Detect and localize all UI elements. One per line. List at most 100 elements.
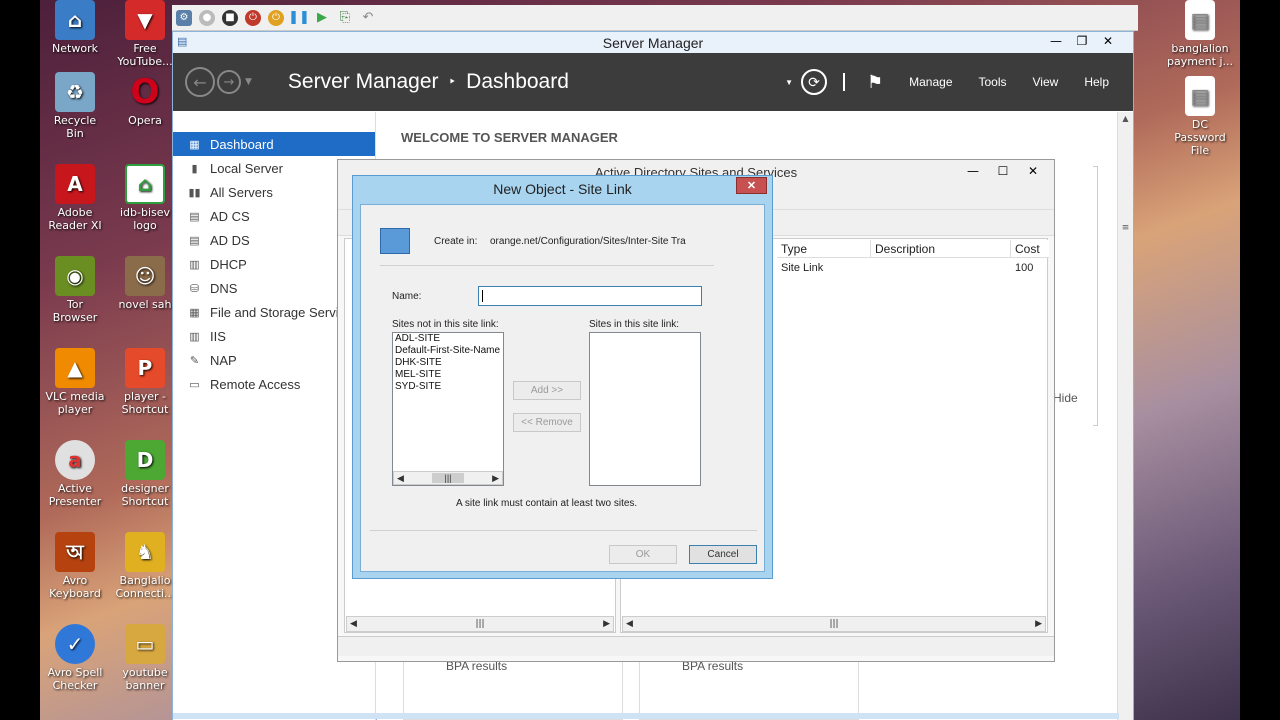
desktop-icon-tor-browser[interactable]: ◉ Tor Browser <box>44 256 106 324</box>
idb-logo-icon: ⌂ <box>125 164 165 204</box>
desktop-icon-designer[interactable]: D designer Shortcut <box>114 440 176 508</box>
table-row[interactable]: Site Link 100 <box>777 260 1049 276</box>
scroll-right-icon[interactable]: ▶ <box>492 473 499 484</box>
desktop-icon-free-youtube[interactable]: ▼ Free YouTube... <box>114 0 176 68</box>
revert-icon[interactable]: ↶ <box>360 10 376 26</box>
ok-button[interactable]: OK <box>609 545 677 564</box>
desktop-icon-label: youtube banner <box>122 666 168 692</box>
youtube-icon: ▼ <box>125 0 165 40</box>
desktop-icon-recycle-bin[interactable]: ♻ Recycle Bin <box>44 72 106 140</box>
scroll-right-icon[interactable]: ▶ <box>603 619 610 629</box>
list-item[interactable]: MEL-SITE <box>393 369 503 381</box>
menu-manage[interactable]: Manage <box>909 75 952 89</box>
sites-in-listbox[interactable] <box>589 332 701 486</box>
refresh-icon[interactable]: ⟳ <box>800 69 827 95</box>
desktop-icon-youtube-banner[interactable]: ▭ youtube banner <box>114 624 176 692</box>
opera-icon: O <box>130 71 160 112</box>
start-icon[interactable]: ● <box>199 9 215 26</box>
chevron-down-icon[interactable]: ▼ <box>785 78 793 87</box>
scroll-thumb[interactable]: ||| <box>475 619 484 629</box>
menu-bar: ▼ ⟳ ⚑ Manage Tools View Help <box>785 53 1109 111</box>
scroll-left-icon[interactable]: ◀ <box>397 473 404 484</box>
resume-icon[interactable]: ▶ <box>314 10 330 26</box>
remove-button[interactable]: << Remove <box>513 413 581 432</box>
minimize-button[interactable]: — <box>1043 32 1069 50</box>
desktop-icon-label: Opera <box>128 114 162 127</box>
column-header-type[interactable]: Type <box>777 240 871 257</box>
column-header-description[interactable]: Description <box>871 240 1011 257</box>
desktop-icon-avro-keyboard[interactable]: অ Avro Keyboard <box>44 532 106 600</box>
desktop-icon-label: Tor Browser <box>52 298 98 324</box>
sidebar-item-label: Dashboard <box>210 136 274 152</box>
name-label: Name: <box>392 291 422 302</box>
restore-button[interactable]: ❐ <box>1069 32 1095 50</box>
notifications-flag-icon[interactable]: ⚑ <box>867 72 883 93</box>
name-input[interactable] <box>478 286 702 306</box>
desktop-icon-label: banglalion payment j... <box>1166 42 1234 68</box>
welcome-heading: WELCOME TO SERVER MANAGER <box>401 130 618 145</box>
desktop-icon-banglalion[interactable]: ♞ Banglalio Connecti... <box>114 532 176 600</box>
list-item[interactable]: ADL-SITE <box>393 333 503 345</box>
desktop-icon-dc-password[interactable]: ▤ DC Password File <box>1166 76 1234 157</box>
hide-link[interactable]: Hide <box>1053 391 1078 405</box>
list-item[interactable]: Default-First-Site-Name <box>393 345 503 357</box>
scroll-left-icon[interactable]: ◀ <box>626 619 633 629</box>
desktop-icon-opera[interactable]: O Opera <box>114 71 176 128</box>
desktop-icon-idb-logo[interactable]: ⌂ idb-bisev logo <box>114 164 176 232</box>
scroll-thumb[interactable]: ≡ <box>1118 223 1133 233</box>
pause-icon[interactable]: ❚❚ <box>288 10 310 26</box>
dialog-close-button[interactable]: ✕ <box>736 177 767 194</box>
create-in-path: orange.net/Configuration/Sites/Inter-Sit… <box>490 236 686 247</box>
back-button[interactable]: ← <box>185 67 215 97</box>
scroll-right-icon[interactable]: ▶ <box>1035 619 1042 629</box>
scroll-thumb[interactable]: ||| <box>829 619 838 629</box>
scroll-left-icon[interactable]: ◀ <box>350 619 357 629</box>
taskbar-strip <box>173 713 1119 719</box>
adss-details-hscroll[interactable]: ◀ ||| ▶ <box>622 616 1046 632</box>
adss-minimize-button[interactable]: — <box>960 162 986 180</box>
scroll-up-icon[interactable]: ▲ <box>1118 114 1133 123</box>
main-scrollbar[interactable]: ▲ ≡ <box>1117 112 1133 720</box>
desktop-icon-banglalion-payment[interactable]: ▤ banglalion payment j... <box>1166 0 1234 68</box>
desktop-icon-vlc[interactable]: ▲ VLC media player <box>44 348 106 416</box>
menu-view[interactable]: View <box>1033 75 1059 89</box>
breadcrumb-root[interactable]: Server Manager <box>288 70 439 94</box>
desktop-icon-avro-spell[interactable]: ✓ Avro Spell Checker <box>44 624 106 692</box>
scroll-thumb[interactable]: ||| <box>432 473 464 483</box>
shutdown-icon[interactable]: ⏻ <box>245 9 261 26</box>
checkpoint-icon[interactable]: ⎘ <box>337 10 353 26</box>
listbox-hscroll[interactable]: ◀ ||| ▶ <box>393 471 503 485</box>
desktop-icon-active-presenter[interactable]: a Active Presenter <box>44 440 106 508</box>
cancel-button[interactable]: Cancel <box>689 545 757 564</box>
forward-button[interactable]: → <box>217 70 241 94</box>
menu-tools[interactable]: Tools <box>979 75 1007 89</box>
power-icon[interactable]: ⏻ <box>268 9 284 26</box>
turn-off-icon[interactable]: ■ <box>222 9 238 26</box>
new-object-dialog: New Object - Site Link ✕ Create in: oran… <box>352 175 773 579</box>
desktop-icon-label: Free YouTube... <box>117 42 173 68</box>
avro-keyboard-icon: অ <box>55 532 95 572</box>
close-button[interactable]: ✕ <box>1095 32 1121 50</box>
adss-maximize-button[interactable]: ☐ <box>990 162 1016 180</box>
ad-cs-icon: ▤ <box>189 210 200 223</box>
history-chevron-down-icon[interactable]: ▼ <box>245 77 252 87</box>
ctrl-alt-del-icon[interactable]: ⚙ <box>176 9 192 26</box>
sites-not-in-listbox[interactable]: ADL-SITE Default-First-Site-Name DHK-SIT… <box>392 332 504 486</box>
desktop-icon-network[interactable]: ⌂ Network <box>44 0 106 55</box>
desktop-icon-adobe-reader[interactable]: A Adobe Reader XI <box>44 164 106 232</box>
column-header-cost[interactable]: Cost <box>1011 240 1049 257</box>
left-black-bar <box>0 0 40 720</box>
avro-spell-icon: ✓ <box>55 624 95 664</box>
hint-text: A site link must contain at least two si… <box>456 498 638 509</box>
add-button[interactable]: Add >> <box>513 381 581 400</box>
desktop-icon-player[interactable]: P player - Shortcut <box>114 348 176 416</box>
adss-close-button[interactable]: ✕ <box>1020 162 1046 180</box>
list-item[interactable]: SYD-SITE <box>393 381 503 393</box>
adss-tree-hscroll[interactable]: ◀ ||| ▶ <box>346 616 614 632</box>
menu-help[interactable]: Help <box>1084 75 1109 89</box>
sidebar-item-dashboard[interactable]: ▦ Dashboard <box>173 132 375 156</box>
list-item[interactable]: DHK-SITE <box>393 357 503 369</box>
desktop-icon-novel-sah[interactable]: ☺ novel sah <box>114 256 176 311</box>
sidebar-item-label: IIS <box>210 328 226 344</box>
sidebar-item-label: AD CS <box>210 208 250 224</box>
